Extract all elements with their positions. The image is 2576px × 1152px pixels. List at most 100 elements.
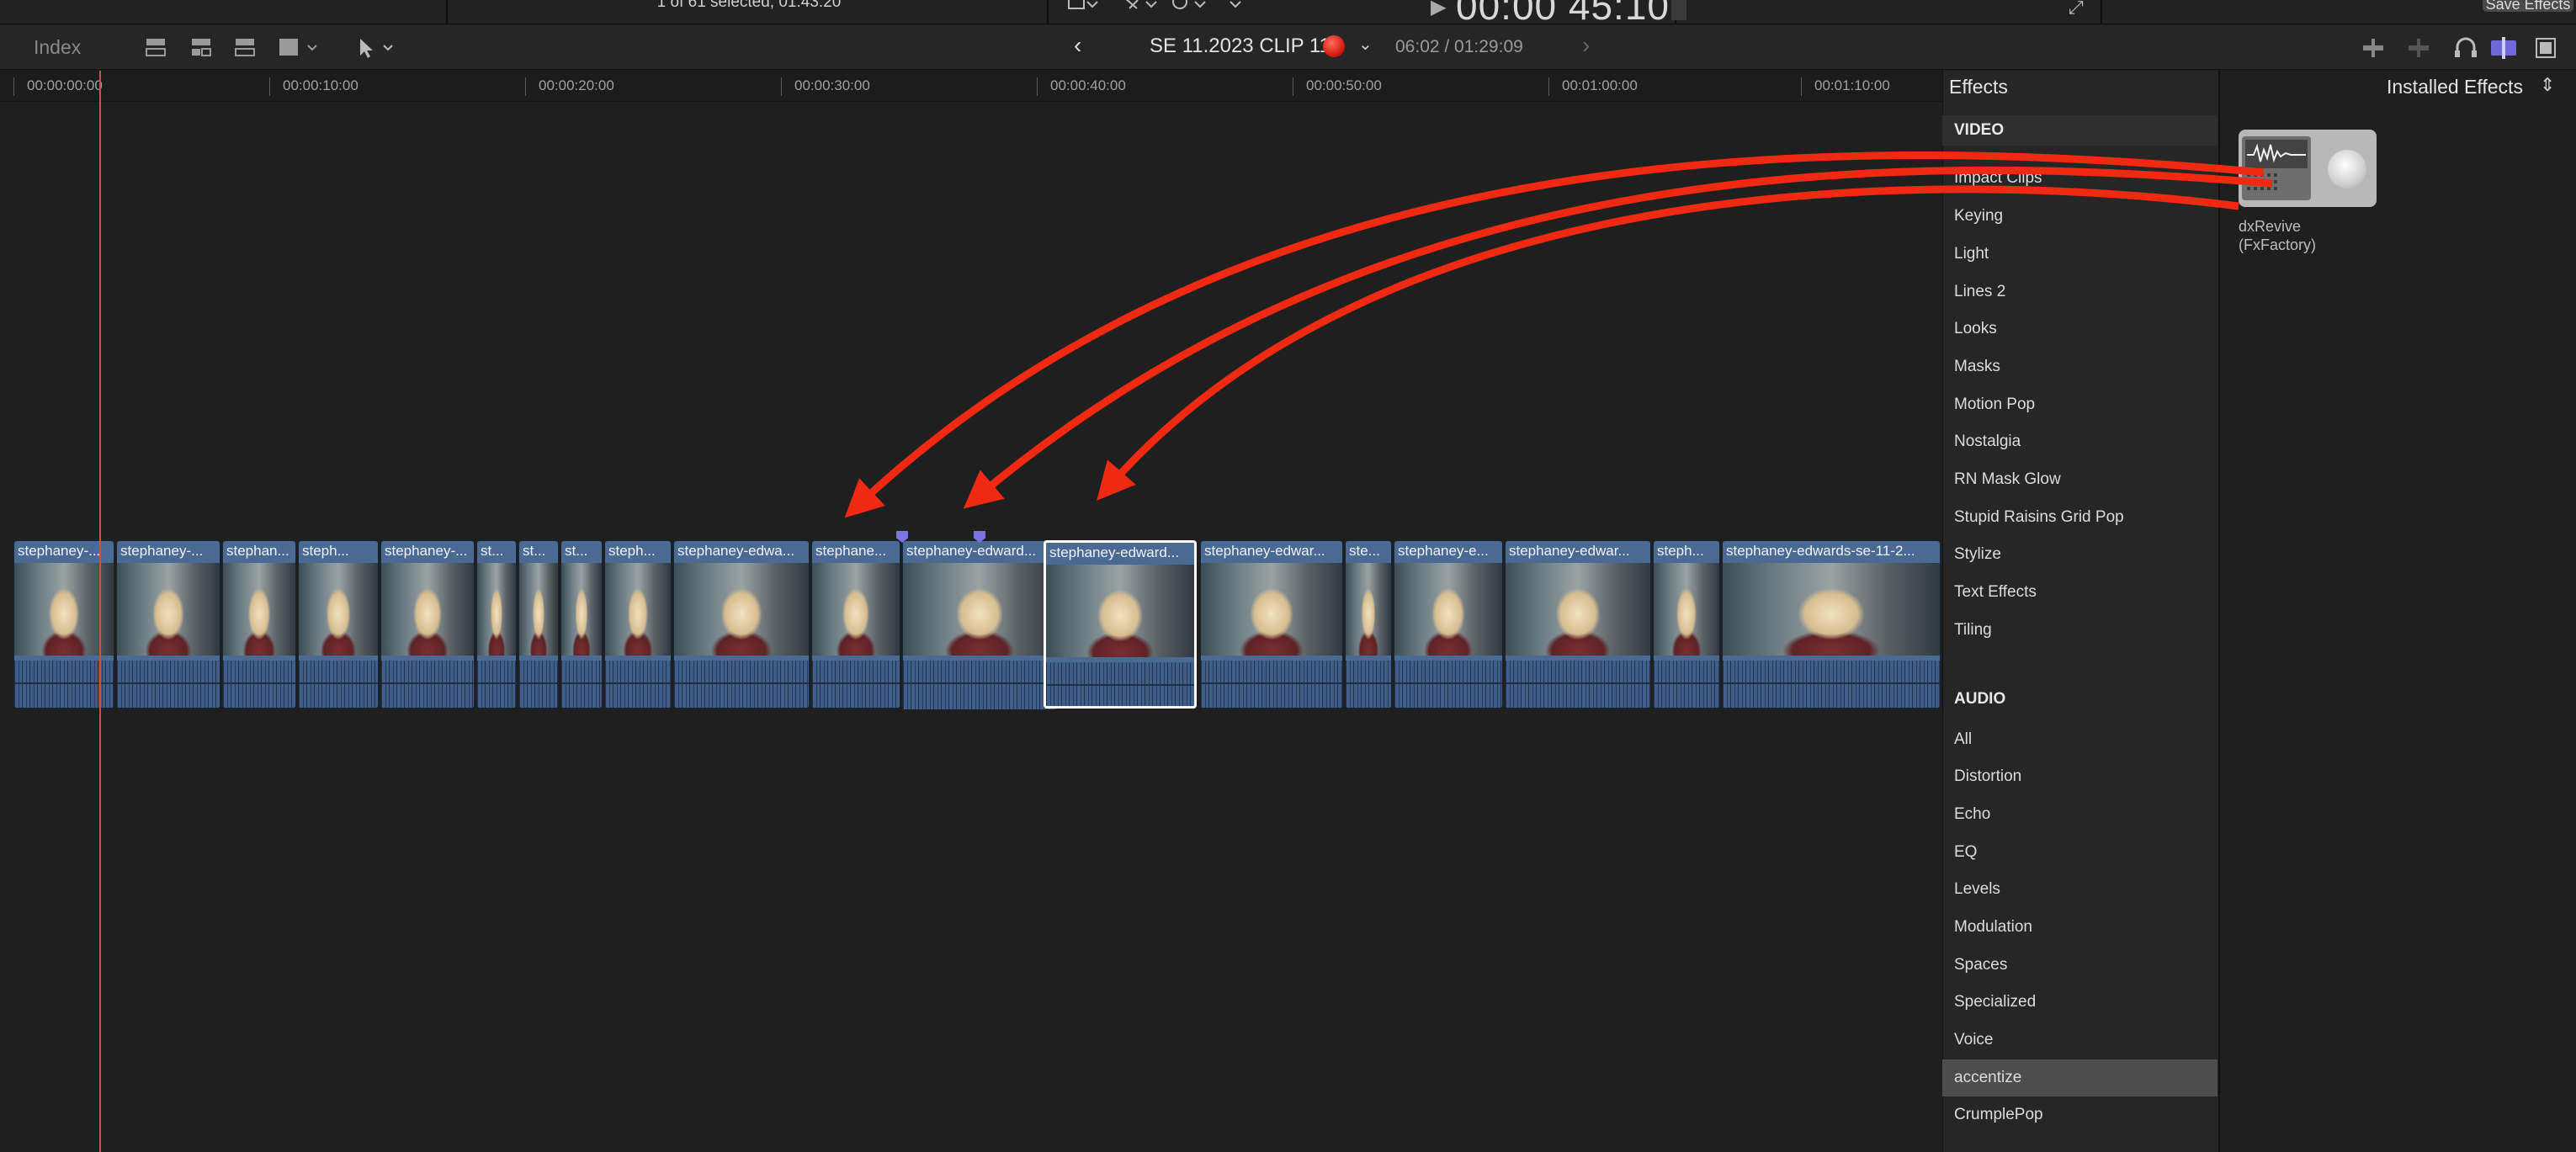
chevron-down-icon[interactable]: ⌄ [1358,34,1373,55]
timeline-clip[interactable]: stephaney-edwards-se-11-2... [1722,540,1941,709]
timeline-clip[interactable]: stephaney-edwar... [1505,540,1651,709]
effect-category-item[interactable]: Stylize [1942,536,2217,573]
film-strip-icon[interactable] [2536,38,2556,58]
overwrite-clip-icon[interactable] [279,39,317,56]
ruler-label: 00:00:00:00 [27,77,103,93]
effect-category-item[interactable]: Keying [1942,198,2217,235]
timeline-clip[interactable]: st... [518,540,559,709]
clip-title: stephaney-... [120,543,204,559]
timeline-clip-selected[interactable]: stephaney-edward... [1044,540,1197,709]
effect-category-item[interactable]: Motion Pop [1942,386,2217,423]
clip-title: steph... [1657,543,1704,559]
insert-clip-icon[interactable] [192,39,211,56]
ruler-label: 00:00:20:00 [539,77,614,93]
timeline-clip[interactable]: stephaney-edwa... [673,540,810,709]
clip-thumbnail [299,563,378,656]
timeline-clip[interactable]: stephaney-edwar... [1200,540,1343,709]
clip-title: stephane... [815,543,887,559]
playhead[interactable] [99,71,101,1152]
timeline-clip[interactable]: st... [476,540,517,709]
index-button[interactable]: Index [34,36,81,59]
transform-tools-icon[interactable] [1062,0,1281,17]
clip-title: stephaney-edward... [906,543,1037,559]
clip-thumbnail [561,563,602,656]
record-dot-icon [1323,35,1345,57]
clip-thumbnail [381,563,474,656]
effect-category-item-selected[interactable]: accentize [1942,1059,2217,1096]
timeline-ruler[interactable]: 00:00:00:00 00:00:10:00 00:00:20:00 00:0… [0,71,1942,102]
effect-category-item[interactable]: RN Mask Glow [1942,461,2217,498]
audio-skimming-icon[interactable] [2409,39,2429,57]
previous-project-button[interactable]: ‹ [1074,32,1081,59]
append-clip-icon[interactable] [235,39,255,56]
effect-category-item[interactable]: Text Effects [1942,574,2217,611]
effect-category-item[interactable]: Stupid Raisins Grid Pop [1942,499,2217,536]
clip-waveform [1654,661,1719,708]
effect-category-item[interactable]: Spaces [1942,947,2217,984]
timeline-clip[interactable]: ste... [1345,540,1392,709]
clip-thumbnail [1201,563,1342,656]
clip-thumbnail [1654,563,1719,656]
effect-category-item[interactable]: Voice [1942,1022,2217,1059]
play-icon[interactable]: ▶ [1431,0,1446,19]
clip-thumbnail [117,563,220,656]
ruler-label: 00:00:10:00 [283,77,359,93]
effect-category-item[interactable]: All [1942,721,2217,758]
primary-storyline[interactable]: stephaney-... stephaney-... stephan... s… [13,531,1941,710]
clip-thumbnail [605,563,671,656]
marker-icon[interactable] [974,531,985,543]
effect-category-item[interactable]: Echo [1942,796,2217,833]
timeline-clip[interactable]: steph... [298,540,379,709]
timeline-clip[interactable]: steph... [604,540,672,709]
effect-name[interactable]: dxRevive (FxFactory) [2239,217,2316,254]
timeline-clip[interactable]: stephan... [222,540,296,709]
headphones-icon[interactable] [2455,37,2477,57]
effect-category-item[interactable]: EQ [1942,834,2217,871]
clip-title: st... [523,543,546,559]
ruler-tick [1037,77,1038,96]
timecode-display: 00:00 45:10 [1456,0,1670,28]
timeline-view-controls[interactable] [2356,34,2575,62]
effect-category-item[interactable]: Levels [1942,871,2217,908]
effect-category-item[interactable]: Lines 2 [1942,273,2217,311]
clip-title: stephaney-edward... [1049,544,1180,560]
effect-category-item[interactable]: Looks [1942,311,2217,348]
select-tool-icon[interactable] [355,35,397,59]
installed-effects-dropdown[interactable]: Installed Effects [2387,76,2523,98]
clip-title: stephaney-edwards-se-11-2... [1726,543,1915,559]
ruler-tick [1801,77,1802,96]
waveform-icon [2242,136,2311,200]
chevron-updown-icon[interactable]: ⇕ [2540,74,2555,96]
effect-category-item[interactable]: Distortion [1942,758,2217,795]
connect-clip-icon[interactable] [146,39,166,56]
clip-waveform [674,661,809,708]
effect-category-item[interactable]: Light [1942,236,2217,273]
edit-buttons-group[interactable] [143,35,337,59]
timeline-clip[interactable]: stephaney-edward... [896,531,1057,709]
fullscreen-icon[interactable]: ⤢ [2069,0,2084,19]
save-effects-button[interactable]: Save Effects [2483,0,2573,12]
skimming-icon[interactable] [2363,39,2383,57]
timeline-clip[interactable]: stephane... [811,540,900,709]
timeline-clip[interactable]: stephaney-e... [1394,540,1503,709]
effect-category-item[interactable]: Specialized [1942,984,2217,1021]
effect-category-item[interactable]: Modulation [1942,909,2217,946]
clip-title: stephaney-... [385,543,468,559]
effect-category-item[interactable]: Masks [1942,348,2217,385]
project-name[interactable]: SE 11.2023 CLIP 11 [1150,35,1330,58]
effect-category-item[interactable]: CrumplePop [1942,1096,2217,1133]
ruler-tick [269,77,270,96]
timeline-clip[interactable]: stephaney-... [380,540,475,709]
effect-category-item[interactable]: Nostalgia [1942,423,2217,460]
audio-meter-icon [1671,0,1686,20]
video-category-heading[interactable]: VIDEO [1942,115,2217,146]
snapping-icon[interactable] [2491,37,2516,59]
timeline-clip[interactable]: stephaney-... [116,540,220,709]
effect-category-item[interactable]: Impact Clips [1942,160,2217,197]
ruler-tick [525,77,526,96]
timeline-clip[interactable]: st... [560,540,603,709]
audio-category-heading[interactable]: AUDIO [1954,690,2005,709]
effect-category-item[interactable]: Tiling [1942,612,2217,649]
next-project-button[interactable]: › [1582,32,1590,59]
timeline-clip[interactable]: steph... [1653,540,1720,709]
